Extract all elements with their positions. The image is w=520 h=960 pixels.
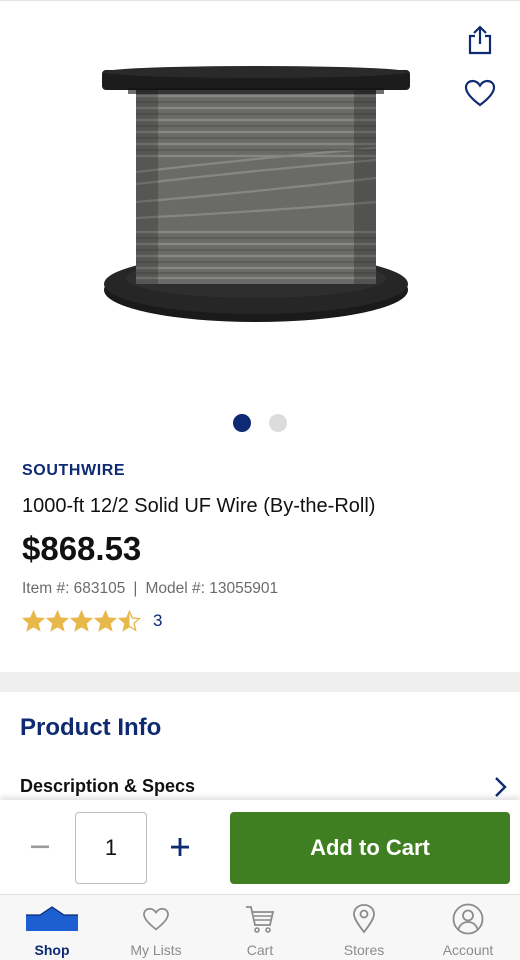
section-divider — [0, 672, 520, 692]
review-count[interactable]: 3 — [153, 611, 162, 631]
minus-icon — [31, 845, 49, 849]
cart-icon — [246, 906, 275, 933]
store-icon — [26, 906, 78, 931]
account-icon — [452, 903, 484, 935]
product-info-heading: Product Info — [20, 714, 162, 741]
tab-my-lists[interactable]: My Lists — [104, 895, 208, 960]
star-full-icon — [46, 610, 69, 632]
description-specs-label: Description & Specs — [20, 776, 196, 796]
add-to-cart-button[interactable]: Add to Cart — [230, 812, 510, 884]
tab-label: Cart — [246, 942, 274, 958]
plus-icon — [171, 838, 189, 856]
product-brand[interactable]: SOUTHWIRE — [22, 462, 125, 480]
description-specs-row[interactable]: Description & Specs — [0, 764, 520, 804]
heart-icon — [143, 907, 169, 931]
tab-shop[interactable]: Shop — [0, 895, 104, 960]
location-pin-icon — [353, 904, 375, 934]
star-rating — [22, 610, 141, 632]
star-half-icon — [118, 610, 141, 632]
tab-account[interactable]: Account — [416, 895, 520, 960]
product-title: 1000-ft 12/2 Solid UF Wire (By-the-Roll) — [22, 495, 376, 517]
star-full-icon — [70, 610, 93, 632]
rating-summary[interactable]: 3 — [22, 610, 162, 632]
pagination-dot[interactable] — [269, 414, 287, 432]
chevron-right-icon — [495, 777, 507, 797]
star-full-icon — [22, 610, 45, 632]
item-number: Item #: 683105 — [22, 580, 126, 597]
share-icon — [468, 25, 492, 55]
heart-outline-icon — [464, 79, 496, 107]
quantity-decrease-button[interactable] — [22, 832, 58, 862]
product-image-carousel[interactable] — [0, 0, 520, 400]
image-pagination — [0, 414, 520, 432]
tab-cart[interactable]: Cart — [208, 895, 312, 960]
pagination-dot[interactable] — [233, 414, 251, 432]
tab-label: Shop — [34, 942, 70, 958]
quantity-input[interactable] — [75, 812, 147, 884]
star-full-icon — [94, 610, 117, 632]
model-number: Model #: 13055901 — [145, 580, 279, 597]
product-identifiers: Item #: 683105 | Model #: 13055901 — [22, 580, 278, 598]
share-button[interactable] — [462, 22, 498, 58]
product-price: $868.53 — [22, 530, 142, 567]
favorite-button[interactable] — [462, 75, 498, 111]
add-to-cart-bar: Add to Cart — [0, 800, 520, 894]
tab-stores[interactable]: Stores — [312, 895, 416, 960]
tab-label: Account — [442, 942, 494, 958]
quantity-increase-button[interactable] — [162, 832, 198, 862]
tab-label: Stores — [343, 942, 385, 958]
bottom-tab-bar: Shop My Lists Cart Stores Account — [0, 894, 520, 960]
tab-label: My Lists — [130, 942, 182, 958]
meta-separator: | — [133, 580, 138, 597]
product-image-wire-spool — [102, 66, 410, 322]
